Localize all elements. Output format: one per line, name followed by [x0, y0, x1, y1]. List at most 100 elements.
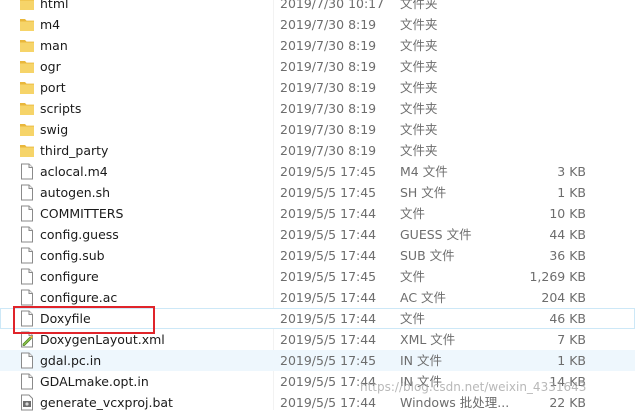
file-date-modified: 2019/7/30 8:19 — [280, 17, 377, 32]
file-type: SH 文件 — [400, 185, 447, 200]
folder-icon — [19, 58, 35, 75]
file-type: SUB 文件 — [400, 248, 455, 263]
file-name: port — [40, 80, 66, 95]
file-size: 3 KB — [557, 164, 586, 179]
file-type: AC 文件 — [400, 290, 447, 305]
file-name: autogen.sh — [40, 185, 111, 200]
file-row-ogr[interactable]: ogr 2019/7/30 8:19 文件夹 — [0, 56, 635, 77]
file-date-modified: 2019/7/30 8:19 — [280, 122, 377, 137]
file-row-swig[interactable]: swig 2019/7/30 8:19 文件夹 — [0, 119, 635, 140]
file-type: IN 文件 — [400, 374, 443, 389]
file-row-port[interactable]: port 2019/7/30 8:19 文件夹 — [0, 77, 635, 98]
file-row-doxyfile[interactable]: Doxyfile 2019/5/5 17:44 文件 46 KB — [0, 308, 635, 329]
file-icon — [19, 205, 35, 222]
folder-icon — [19, 100, 35, 117]
file-date-modified: 2019/5/5 17:45 — [280, 353, 377, 368]
file-date-modified: 2019/7/30 8:19 — [280, 59, 377, 74]
file-icon — [19, 247, 35, 264]
file-date-modified: 2019/5/5 17:44 — [280, 374, 377, 389]
file-type: IN 文件 — [400, 353, 443, 368]
file-date-modified: 2019/7/30 8:19 — [280, 38, 377, 53]
file-row-configure[interactable]: configure 2019/5/5 17:45 文件 1,269 KB — [0, 266, 635, 287]
file-name: Doxyfile — [40, 311, 91, 326]
file-date-modified: 2019/5/5 17:44 — [280, 290, 377, 305]
file-name: GDALmake.opt.in — [40, 374, 149, 389]
file-row-configure-ac[interactable]: configure.ac 2019/5/5 17:44 AC 文件 204 KB — [0, 287, 635, 308]
folder-icon — [19, 16, 35, 33]
file-type: 文件夹 — [400, 17, 438, 32]
file-icon — [19, 184, 35, 201]
xml-file-icon — [19, 331, 35, 348]
folder-icon — [19, 142, 35, 159]
file-name: html — [40, 0, 69, 11]
file-date-modified: 2019/7/30 8:19 — [280, 143, 377, 158]
file-row-gdal-pc-in[interactable]: gdal.pc.in 2019/5/5 17:45 IN 文件 1 KB — [0, 350, 635, 371]
file-type: GUESS 文件 — [400, 227, 472, 242]
file-size: 1,269 KB — [529, 269, 586, 284]
folder-icon — [19, 37, 35, 54]
file-type: 文件 — [400, 311, 426, 326]
file-row-doxygenlayout-xml[interactable]: DoxygenLayout.xml 2019/5/5 17:44 XML 文件 … — [0, 329, 635, 350]
file-icon — [19, 289, 35, 306]
file-date-modified: 2019/5/5 17:45 — [280, 164, 377, 179]
file-icon — [19, 352, 35, 369]
file-icon — [19, 310, 35, 327]
file-size: 44 KB — [549, 227, 586, 242]
file-icon — [19, 268, 35, 285]
file-name: scripts — [40, 101, 82, 116]
file-name: man — [40, 38, 68, 53]
file-row-gdalmake-opt-in[interactable]: GDALmake.opt.in 2019/5/5 17:44 IN 文件 14 … — [0, 371, 635, 392]
file-type: 文件夹 — [400, 80, 438, 95]
file-type: M4 文件 — [400, 164, 448, 179]
file-size: 1 KB — [557, 185, 586, 200]
file-name: COMMITTERS — [40, 206, 124, 221]
file-row-aclocal-m4[interactable]: aclocal.m4 2019/5/5 17:45 M4 文件 3 KB — [0, 161, 635, 182]
file-name: m4 — [40, 17, 61, 32]
file-name: DoxygenLayout.xml — [40, 332, 165, 347]
file-name: config.guess — [40, 227, 119, 242]
file-row-scripts[interactable]: scripts 2019/7/30 8:19 文件夹 — [0, 98, 635, 119]
file-size: 10 KB — [549, 206, 586, 221]
file-size: 1 KB — [557, 353, 586, 368]
file-type: 文件夹 — [400, 122, 438, 137]
file-name: configure — [40, 269, 99, 284]
file-date-modified: 2019/5/5 17:44 — [280, 332, 377, 347]
folder-icon — [19, 79, 35, 96]
file-type: 文件 — [400, 206, 426, 221]
file-date-modified: 2019/5/5 17:45 — [280, 269, 377, 284]
file-row-man[interactable]: man 2019/7/30 8:19 文件夹 — [0, 35, 635, 56]
file-date-modified: 2019/5/5 17:44 — [280, 248, 377, 263]
file-name: swig — [40, 122, 69, 137]
file-name: ogr — [40, 59, 61, 74]
file-row-config-sub[interactable]: config.sub 2019/5/5 17:44 SUB 文件 36 KB — [0, 245, 635, 266]
file-type: 文件夹 — [400, 143, 438, 158]
file-date-modified: 2019/5/5 17:44 — [280, 227, 377, 242]
file-icon — [19, 226, 35, 243]
file-row-third-party[interactable]: third_party 2019/7/30 8:19 文件夹 — [0, 140, 635, 161]
file-type: 文件夹 — [400, 38, 438, 53]
file-row-m4[interactable]: m4 2019/7/30 8:19 文件夹 — [0, 14, 635, 35]
folder-icon — [19, 121, 35, 138]
file-type: 文件夹 — [400, 0, 438, 11]
file-name: gdal.pc.in — [40, 353, 102, 368]
file-size: 36 KB — [549, 248, 586, 263]
file-date-modified: 2019/7/30 8:19 — [280, 101, 377, 116]
file-type: 文件夹 — [400, 101, 438, 116]
folder-icon — [19, 0, 35, 12]
file-name: configure.ac — [40, 290, 118, 305]
bat-file-icon — [19, 394, 35, 411]
file-type: 文件夹 — [400, 59, 438, 74]
file-row-committers[interactable]: COMMITTERS 2019/5/5 17:44 文件 10 KB — [0, 203, 635, 224]
file-type: 文件 — [400, 269, 426, 284]
file-size: 14 KB — [549, 374, 586, 389]
file-date-modified: 2019/5/5 17:44 — [280, 311, 377, 326]
file-row-config-guess[interactable]: config.guess 2019/5/5 17:44 GUESS 文件 44 … — [0, 224, 635, 245]
file-date-modified: 2019/7/30 8:19 — [280, 80, 377, 95]
file-name: aclocal.m4 — [40, 164, 108, 179]
file-icon — [19, 163, 35, 180]
file-row-html[interactable]: html 2019/7/30 10:17 文件夹 — [0, 0, 635, 14]
file-size: 204 KB — [541, 290, 586, 305]
file-row-autogen-sh[interactable]: autogen.sh 2019/5/5 17:45 SH 文件 1 KB — [0, 182, 635, 203]
file-date-modified: 2019/7/30 10:17 — [280, 0, 385, 11]
file-date-modified: 2019/5/5 17:45 — [280, 185, 377, 200]
